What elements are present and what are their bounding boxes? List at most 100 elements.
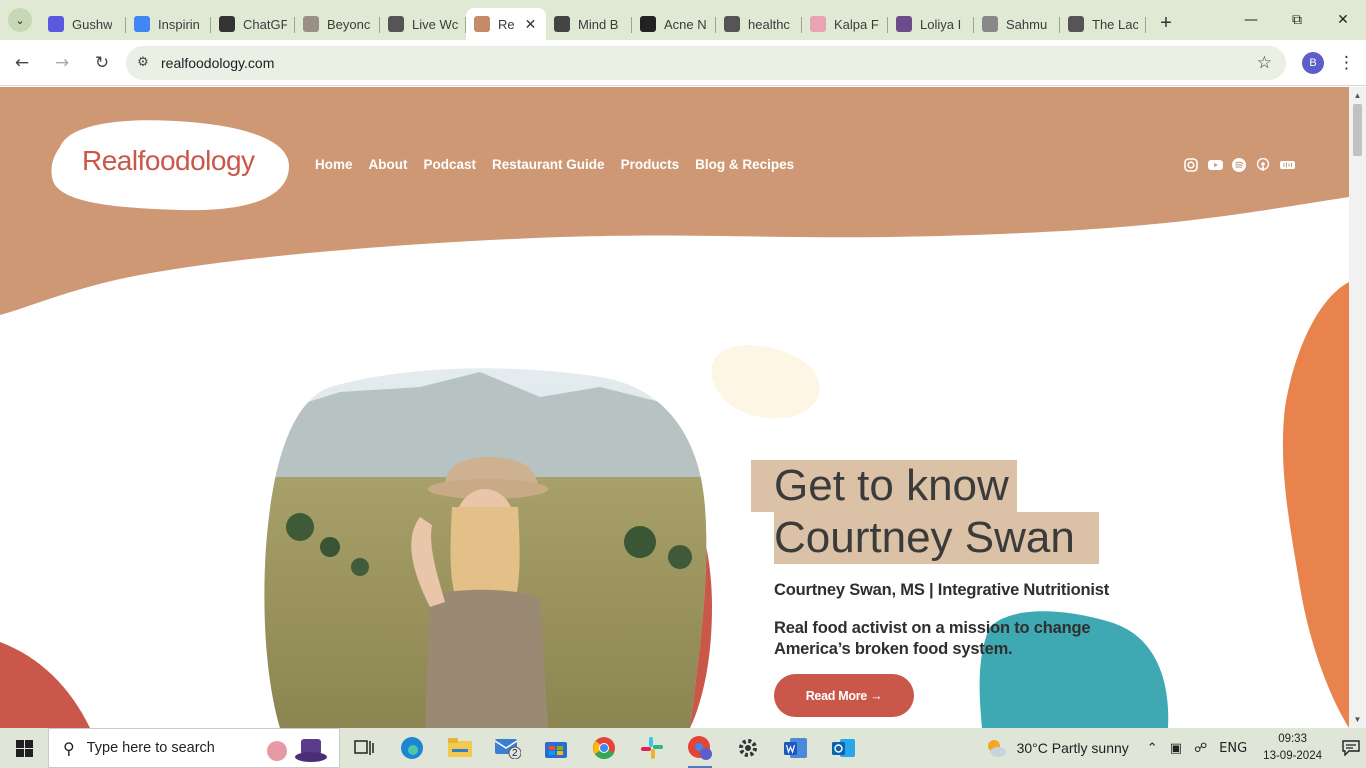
browser-tab[interactable]: Acne N xyxy=(632,8,716,40)
tab-title: Acne N xyxy=(664,16,707,32)
language-indicator[interactable]: ENG xyxy=(1219,741,1247,756)
notifications-icon[interactable] xyxy=(1336,740,1366,756)
hero-description: Real food activist on a mission to chang… xyxy=(774,619,1091,658)
show-hidden-icons[interactable]: ⌃ xyxy=(1147,741,1158,756)
scroll-up-icon[interactable]: ▲ xyxy=(1349,87,1366,104)
browser-menu-icon[interactable]: ⋮ xyxy=(1338,53,1355,73)
chrome-profile-icon[interactable] xyxy=(676,728,724,768)
tab-favicon-icon xyxy=(554,16,570,32)
tab-favicon-icon xyxy=(134,16,150,32)
page-scrollbar[interactable]: ▲ ▼ xyxy=(1349,87,1366,728)
browser-tab[interactable]: Loliya I xyxy=(888,8,974,40)
browser-tab[interactable]: Gushw xyxy=(40,8,126,40)
nav-home[interactable]: Home xyxy=(315,157,353,172)
nav-podcast[interactable]: Podcast xyxy=(424,157,477,172)
search-placeholder: Type here to search xyxy=(86,740,215,756)
word-icon[interactable] xyxy=(772,728,820,768)
store-icon[interactable] xyxy=(532,728,580,768)
tab-search-button[interactable]: ⌄ xyxy=(0,0,40,40)
url-text[interactable]: realfoodology.com xyxy=(161,55,274,71)
meet-now-icon[interactable]: ▣ xyxy=(1170,741,1182,756)
network-icon[interactable]: ☍ xyxy=(1194,741,1207,756)
edge-icon[interactable] xyxy=(388,728,436,768)
tab-favicon-icon xyxy=(219,16,235,32)
window-controls: — ⧉ ✕ xyxy=(1228,0,1366,40)
orange-blob xyxy=(1282,282,1349,728)
chrome-icon[interactable] xyxy=(580,728,628,768)
cream-blob xyxy=(711,345,820,419)
taskbar-search[interactable]: ⚲ Type here to search xyxy=(48,728,340,768)
site-settings-icon[interactable]: ⚙ xyxy=(129,49,157,77)
browser-tab[interactable]: Live Wc xyxy=(380,8,466,40)
reload-button[interactable]: ↻ xyxy=(84,45,120,81)
weather-text: 30°C Partly sunny xyxy=(1016,740,1129,756)
clock-time: 09:33 xyxy=(1278,733,1307,745)
weather-widget[interactable]: 30°C Partly sunny xyxy=(985,737,1129,759)
back-button[interactable]: ← xyxy=(4,45,40,81)
mail-icon[interactable]: 2 xyxy=(484,728,532,768)
tab-title: Kalpa F xyxy=(834,16,879,32)
social-links xyxy=(1183,157,1295,173)
system-tray: 30°C Partly sunny ⌃ ▣ ☍ ENG 09:33 13-09-… xyxy=(985,728,1366,768)
hero-subtitle: Courtney Swan, MS | Integrative Nutritio… xyxy=(774,581,1110,599)
tab-title: The Lac xyxy=(1092,16,1138,32)
forward-button[interactable]: → xyxy=(44,45,80,81)
browser-tab[interactable]: Inspirin xyxy=(126,8,211,40)
slack-icon[interactable] xyxy=(628,728,676,768)
site-logo[interactable]: Realfoodology xyxy=(82,145,255,177)
nav-about[interactable]: About xyxy=(369,157,408,172)
nav-restaurant-guide[interactable]: Restaurant Guide xyxy=(492,157,605,172)
task-view-icon[interactable] xyxy=(340,728,388,768)
main-navigation: Home About Podcast Restaurant Guide Prod… xyxy=(315,157,794,172)
search-highlight-icon xyxy=(267,739,327,762)
audio-icon[interactable] xyxy=(1279,157,1295,173)
tab-title: Loliya I xyxy=(920,16,962,32)
browser-tab[interactable]: ChatGF xyxy=(211,8,295,40)
nav-blog-recipes[interactable]: Blog & Recipes xyxy=(695,157,794,172)
instagram-icon[interactable] xyxy=(1183,157,1199,173)
bookmark-star-icon[interactable]: ☆ xyxy=(1257,53,1272,73)
tab-title: Inspirin xyxy=(158,16,200,32)
tab-favicon-icon xyxy=(474,16,490,32)
mail-badge: 2 xyxy=(512,748,518,759)
podcast-icon[interactable] xyxy=(1255,157,1271,173)
browser-tab[interactable]: The Lac xyxy=(1060,8,1146,40)
tab-favicon-icon xyxy=(48,16,64,32)
spotify-icon[interactable] xyxy=(1231,157,1247,173)
browser-tab[interactable]: Mind B xyxy=(546,8,632,40)
rust-blob-left xyxy=(0,642,90,728)
browser-tab[interactable]: Beyonc xyxy=(295,8,380,40)
profile-avatar[interactable]: B xyxy=(1302,51,1324,74)
search-icon: ⚲ xyxy=(63,738,75,758)
nav-products[interactable]: Products xyxy=(621,157,680,172)
tab-favicon-icon xyxy=(982,16,998,32)
tab-title: Beyonc xyxy=(327,16,371,32)
youtube-icon[interactable] xyxy=(1207,157,1223,173)
scroll-thumb[interactable] xyxy=(1353,104,1362,156)
tab-list: Gushw Inspirin ChatGF Beyonc Live Wc Re ✕ Mind … xyxy=(40,0,1146,40)
scroll-down-icon[interactable]: ▼ xyxy=(1349,711,1366,728)
browser-tab[interactable]: healthc xyxy=(716,8,802,40)
close-icon[interactable]: ✕ xyxy=(525,16,537,33)
browser-tab[interactable]: Sahmu xyxy=(974,8,1060,40)
new-tab-button[interactable]: + xyxy=(1152,9,1180,37)
browser-tab[interactable]: Re ✕ xyxy=(466,8,546,40)
address-bar[interactable]: ⚙ realfoodology.com ☆ xyxy=(126,45,1286,80)
restore-icon[interactable]: ⧉ xyxy=(1274,0,1320,40)
partly-sunny-icon xyxy=(987,740,1006,757)
browser-tab[interactable]: Kalpa F xyxy=(802,8,888,40)
hero-photo xyxy=(264,368,707,728)
outlook-icon[interactable] xyxy=(820,728,868,768)
file-explorer-icon[interactable] xyxy=(436,728,484,768)
minimize-icon[interactable]: — xyxy=(1228,0,1274,40)
close-window-icon[interactable]: ✕ xyxy=(1320,0,1366,40)
windows-taskbar: ⚲ Type here to search 2 30°C Partly sunn… xyxy=(0,728,1366,768)
clock[interactable]: 09:33 13-09-2024 xyxy=(1263,731,1322,765)
read-more-button[interactable]: Read More → xyxy=(774,674,914,717)
tab-title: ChatGF xyxy=(243,16,287,32)
settings-icon[interactable] xyxy=(724,728,772,768)
start-button[interactable] xyxy=(0,728,48,768)
tab-favicon-icon xyxy=(303,16,319,32)
tab-title: Mind B xyxy=(578,16,619,32)
tab-favicon-icon xyxy=(724,16,740,32)
